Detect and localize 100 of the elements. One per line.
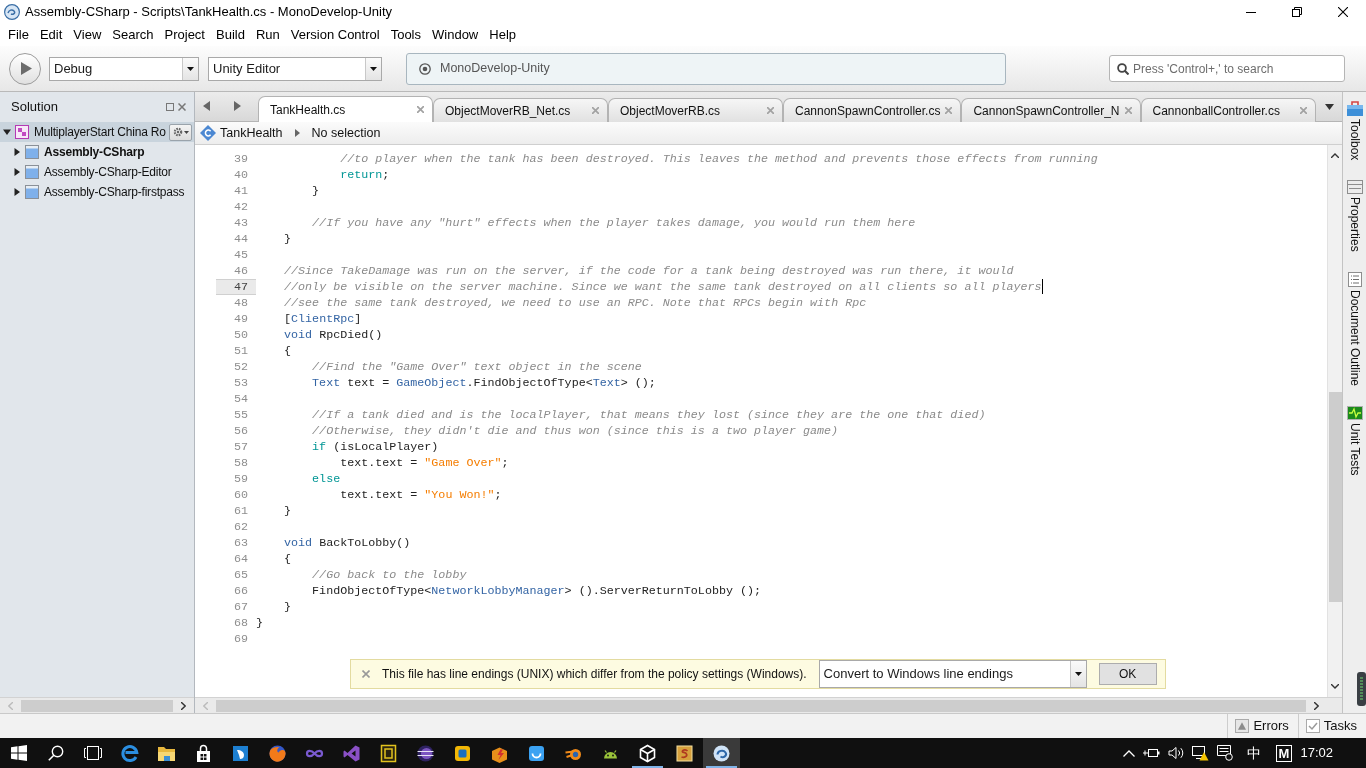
forward-arrow-icon[interactable] [234, 101, 241, 111]
line-number: 54 [232, 391, 249, 407]
menu-item[interactable]: Project [159, 25, 210, 45]
smile-tile-icon[interactable] [527, 743, 546, 763]
editor-tab[interactable]: ObjectMoverRB.cs [608, 98, 783, 122]
tree-item[interactable]: MultiplayerStart China Ro [0, 122, 194, 142]
ribbon-icon[interactable] [342, 743, 361, 763]
taskbar-button[interactable] [703, 738, 740, 768]
language-indicator[interactable]: 中 [1246, 745, 1261, 761]
close-icon[interactable] [1338, 7, 1348, 17]
configuration-select[interactable]: Debug [49, 56, 199, 81]
notification-icon[interactable] [1216, 745, 1233, 761]
input-mode-indicator[interactable]: M [1275, 744, 1293, 762]
pad-title: Solution [11, 98, 58, 117]
window-icon [1346, 180, 1363, 195]
caret-icon[interactable] [13, 148, 21, 156]
options-button[interactable] [169, 123, 192, 141]
menu-item[interactable]: View [68, 25, 107, 45]
sphere-icon[interactable] [416, 743, 435, 763]
tree-item[interactable]: Assembly-CSharp-firstpass [0, 182, 194, 202]
line-number: 39 [232, 151, 249, 167]
scroll-tile-icon[interactable] [675, 743, 694, 763]
framed-tile-icon[interactable] [379, 743, 398, 763]
code-line: text.text = "You Won!"; [340, 488, 502, 502]
dock-tab[interactable]: Properties [1346, 180, 1363, 253]
editor-tab[interactable]: ObjectMoverRB_Net.cs [433, 98, 608, 122]
code-line: void RpcDied() [284, 328, 383, 342]
four-panes-icon[interactable] [10, 745, 27, 761]
line-number: 61 [232, 503, 249, 519]
menu-item[interactable]: Build [211, 25, 250, 45]
scrollbar-thumb[interactable] [216, 699, 1306, 712]
scroll-right-icon[interactable] [1314, 701, 1319, 710]
caret-icon[interactable] [13, 188, 21, 196]
breadcrumb-item[interactable]: TankHealth [216, 123, 287, 143]
chevron-up-icon[interactable] [1122, 749, 1135, 757]
scroll-down-icon[interactable] [1331, 684, 1339, 689]
editor-tab[interactable]: CannonSpawnController_N [961, 98, 1141, 122]
scroll-up-icon[interactable] [1331, 153, 1339, 158]
line-endings-select[interactable]: Convert to Windows line endings [818, 660, 1087, 688]
caret-icon [1074, 672, 1082, 676]
breadcrumb-item[interactable]: No selection [307, 123, 385, 143]
scrollbar-thumb[interactable] [1328, 392, 1342, 602]
clock[interactable]: 17:02 [1300, 743, 1333, 763]
line-number: 52 [232, 359, 249, 375]
line-number: 62 [232, 519, 249, 535]
run-button[interactable] [9, 52, 41, 85]
back-arrow-icon[interactable] [203, 101, 210, 111]
editor-tab[interactable]: CannonballController.cs [1140, 98, 1316, 122]
code-line: [ClientRpc] [284, 312, 362, 326]
menu-item[interactable]: Run [250, 25, 285, 45]
caret-icon[interactable] [1325, 103, 1334, 110]
search-icon[interactable] [47, 745, 64, 761]
square-ring-icon[interactable] [453, 743, 472, 763]
checkbox-icon [1305, 719, 1320, 733]
caret-icon[interactable] [3, 128, 11, 136]
horizontal-scrollbar[interactable] [0, 697, 194, 713]
battery-plug-icon[interactable] [1142, 748, 1160, 758]
caret-icon[interactable] [13, 168, 21, 176]
play-icon [21, 62, 32, 75]
dock-tab[interactable]: Document Outline [1346, 272, 1363, 387]
tree-item[interactable]: Assembly-CSharp-Editor [0, 162, 194, 182]
scrollbar-thumb[interactable] [21, 699, 173, 712]
network-warning-icon[interactable] [1191, 745, 1209, 761]
menu-item[interactable]: Search [107, 25, 159, 45]
code-line: text.text = "Game Over"; [340, 456, 509, 470]
frames-icon[interactable] [83, 746, 102, 760]
caret-icon [370, 66, 377, 71]
editor-tab[interactable]: CannonSpawnController.cs [783, 98, 962, 122]
scroll-right-icon[interactable] [181, 701, 186, 710]
horizontal-scrollbar[interactable] [195, 697, 1342, 713]
tree-item[interactable]: Assembly-CSharp [0, 142, 194, 162]
maximize-icon[interactable] [166, 103, 174, 111]
line-number: 63 [232, 535, 249, 551]
bird-tile-icon[interactable] [231, 743, 250, 763]
globe-icon[interactable] [268, 743, 287, 763]
vertical-scrollbar[interactable] [1327, 145, 1342, 697]
square-icon [25, 165, 39, 179]
editor-tab[interactable]: TankHealth.cs [258, 96, 433, 122]
bag-icon[interactable] [194, 743, 213, 763]
search-field[interactable]: Press 'Control+,' to search [1109, 55, 1345, 82]
search-icon [1117, 63, 1129, 75]
browser-icon[interactable] [120, 743, 139, 763]
dock-tab[interactable]: Toolbox [1346, 100, 1363, 161]
ok-button[interactable]: OK [1098, 663, 1157, 685]
menu-item[interactable]: File [3, 25, 34, 45]
target-select[interactable]: Unity Editor [208, 56, 382, 81]
target-icon [419, 62, 431, 75]
menu-item[interactable]: Tools [385, 25, 426, 45]
code-line: if (isLocalPlayer) [312, 440, 439, 454]
line-number: 43 [232, 215, 249, 231]
dock-tab[interactable]: Unit Tests [1346, 406, 1363, 476]
minimize-icon[interactable] [1246, 11, 1256, 13]
cube-icon[interactable] [638, 743, 657, 763]
app-icon [4, 4, 20, 20]
volume-icon[interactable] [1167, 746, 1184, 760]
menu-item[interactable]: Help [484, 25, 521, 45]
menu-item[interactable]: Window [427, 25, 484, 45]
restore-icon[interactable] [1292, 7, 1302, 17]
menu-item[interactable]: Edit [34, 25, 68, 45]
menu-item[interactable]: Version Control [285, 25, 385, 45]
